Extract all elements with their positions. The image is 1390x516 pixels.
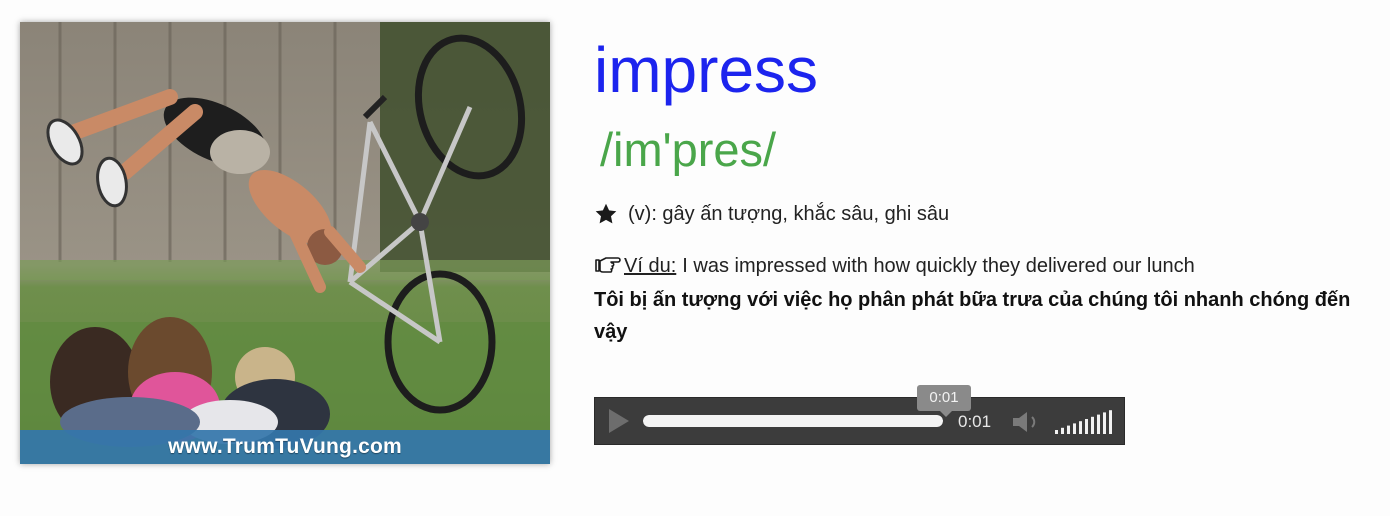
flashcard-page: www.TrumTuVung.com impress /im'pres/ (v)… — [0, 0, 1390, 516]
volume-bar — [1103, 412, 1106, 434]
meaning-line: (v): gây ấn tượng, khắc sâu, ghi sâu — [594, 200, 949, 228]
volume-bar — [1085, 419, 1088, 434]
volume-bar — [1073, 423, 1076, 434]
audio-player: 0:01 0:01 — [594, 385, 1125, 445]
star-icon — [595, 203, 617, 224]
volume-bar — [1067, 425, 1070, 434]
illustration-card: www.TrumTuVung.com — [20, 22, 550, 464]
volume-bar — [1079, 421, 1082, 434]
current-time: 0:01 — [958, 412, 992, 431]
volume-bars-icon[interactable] — [1053, 408, 1115, 436]
time-tooltip: 0:01 — [917, 385, 971, 417]
volume-bar — [1055, 430, 1058, 434]
play-icon[interactable] — [603, 406, 633, 436]
volume-bar — [1091, 416, 1094, 434]
meaning-text: (v): gây ấn tượng, khắc sâu, ghi sâu — [628, 203, 950, 225]
example-text: I was impressed with how quickly they de… — [682, 255, 1195, 277]
audio-progress-track[interactable] — [643, 415, 943, 427]
phonetic-transcription: /im'pres/ — [600, 123, 777, 176]
example-label: Ví du: — [624, 255, 677, 277]
pointing-hand-icon — [595, 257, 621, 273]
example-line: Ví du: I was impressed with how quickly t… — [594, 252, 1374, 280]
speaker-icon[interactable] — [1011, 409, 1045, 435]
example-translation: Tôi bị ấn tượng với việc họ phân phát bữ… — [594, 289, 1351, 343]
audio-progress-fill — [643, 415, 943, 427]
illustration-image — [20, 22, 550, 464]
watermark-caption: www.TrumTuVung.com — [20, 430, 550, 464]
vocabulary-word: impress — [594, 34, 819, 106]
volume-bar — [1109, 410, 1112, 434]
volume-bar — [1097, 414, 1100, 434]
volume-bar — [1061, 427, 1064, 434]
